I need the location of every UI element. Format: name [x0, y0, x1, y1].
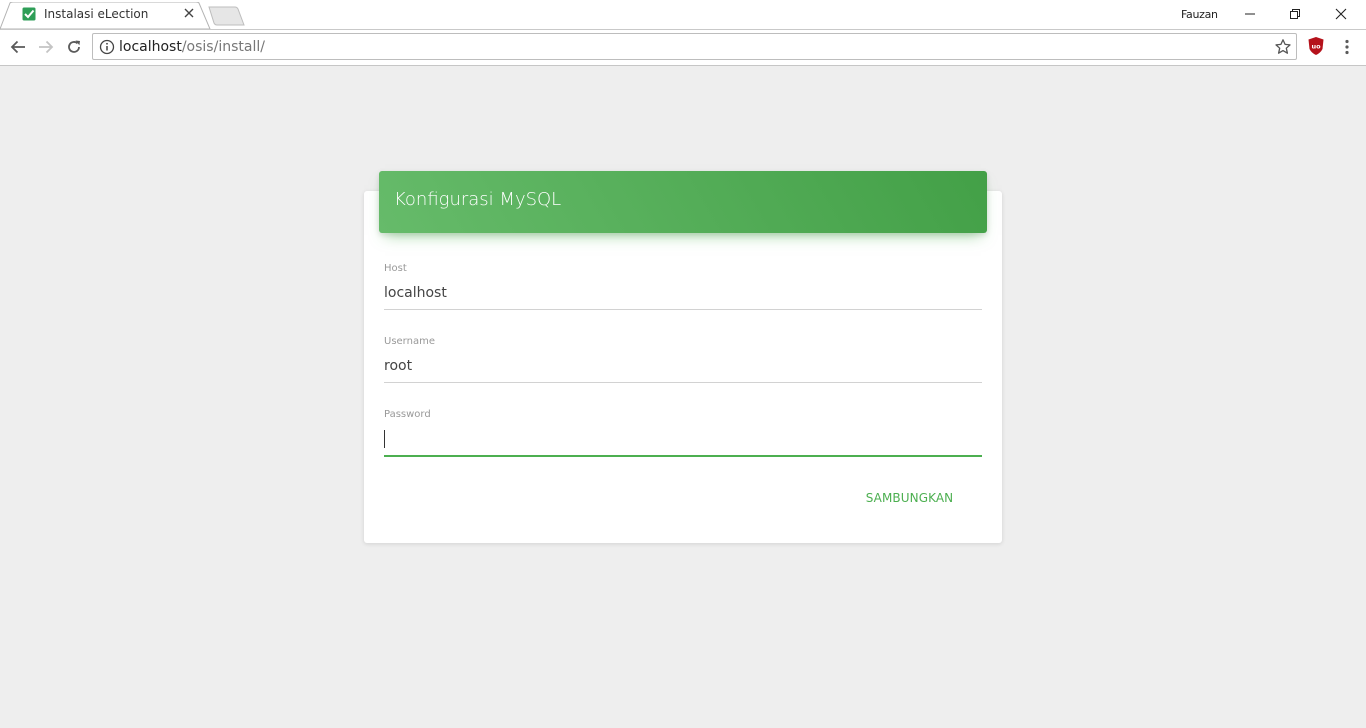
- minimize-button[interactable]: [1227, 0, 1272, 28]
- back-icon: [10, 40, 25, 54]
- username-input[interactable]: [384, 358, 982, 374]
- back-button[interactable]: [6, 35, 30, 59]
- profile-name[interactable]: Fauzan: [1181, 8, 1218, 21]
- host-input[interactable]: [384, 285, 982, 301]
- ublock-icon[interactable]: uo: [1307, 36, 1325, 56]
- check-square-icon: [22, 7, 36, 21]
- reload-icon: [68, 40, 80, 53]
- svg-text:uo: uo: [1311, 43, 1321, 51]
- minimize-icon: [1244, 13, 1255, 15]
- tab-title: Instalasi eLection: [44, 7, 149, 21]
- reload-button[interactable]: [62, 35, 86, 59]
- restore-button[interactable]: [1272, 0, 1317, 28]
- window-close-button[interactable]: [1318, 0, 1363, 28]
- info-icon[interactable]: [99, 39, 115, 55]
- forward-icon: [39, 40, 54, 54]
- host-label: Host: [384, 263, 407, 274]
- url-host: localhost: [119, 39, 182, 55]
- card-title: Konfigurasi MySQL: [394, 189, 562, 210]
- url-path: /osis/install/: [181, 39, 265, 55]
- more-vert-icon[interactable]: [1338, 37, 1356, 57]
- more-vert-glyph: [1345, 39, 1349, 55]
- text-caret: [384, 430, 385, 448]
- address-bar[interactable]: localhost/osis/install/: [92, 33, 1297, 60]
- new-tab-button[interactable]: [208, 6, 246, 26]
- browser-titlebar: Instalasi eLection Fauzan: [0, 0, 1366, 30]
- close-icon[interactable]: [182, 6, 196, 20]
- host-underline: [384, 309, 982, 310]
- url-text: localhost/osis/install/: [119, 39, 265, 55]
- restore-icon: [1289, 9, 1300, 19]
- browser-toolbar: localhost/osis/install/ uo: [0, 30, 1366, 66]
- password-input[interactable]: [384, 431, 982, 447]
- password-underline: [384, 455, 982, 457]
- connect-button[interactable]: SAMBUNGKAN: [858, 485, 961, 511]
- forward-button[interactable]: [34, 35, 58, 59]
- password-label: Password: [384, 409, 431, 420]
- username-underline: [384, 382, 982, 383]
- window-close-icon: [1335, 8, 1346, 20]
- star-icon[interactable]: [1274, 38, 1292, 56]
- card-header: Konfigurasi MySQL: [379, 171, 987, 233]
- username-label: Username: [384, 336, 435, 347]
